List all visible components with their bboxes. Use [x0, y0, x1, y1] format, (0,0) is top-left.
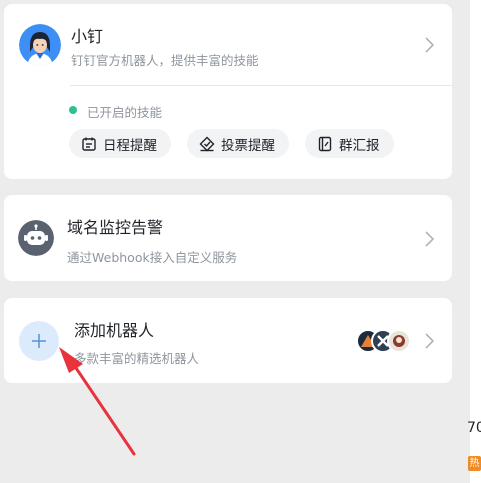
add-robot-description: 多款丰富的精选机器人: [74, 351, 200, 366]
divider: [70, 85, 452, 86]
enabled-skills-label: 已开启的技能: [87, 105, 163, 120]
chevron-right-icon[interactable]: [422, 332, 436, 350]
robot-icon: [18, 220, 54, 256]
robot-name: 域名监控告警: [67, 218, 164, 237]
report-icon: [318, 136, 332, 151]
robot-description: 钉钉官方机器人，提供丰富的技能: [71, 53, 259, 68]
skill-chip-group-report[interactable]: 群汇报: [305, 129, 394, 158]
skill-chip-vote-reminder[interactable]: 投票提醒: [187, 129, 289, 158]
skill-label: 群汇报: [339, 137, 380, 154]
add-robot-title: 添加机器人: [74, 321, 155, 340]
plus-icon[interactable]: [19, 321, 59, 361]
robot-name: 小钉: [71, 27, 104, 46]
hot-badge: 热: [468, 456, 481, 471]
add-robot-card[interactable]: 添加机器人 多款丰富的精选机器人: [4, 298, 452, 383]
xiaoding-avatar: [19, 24, 61, 66]
chevron-right-icon[interactable]: [422, 36, 436, 54]
chevron-right-icon[interactable]: [422, 230, 436, 248]
robot-card-domain-monitor[interactable]: 域名监控告警 通过Webhook接入自定义服务: [4, 195, 452, 281]
enabled-status-dot: [69, 106, 77, 114]
skill-label: 日程提醒: [103, 137, 157, 154]
skill-label: 投票提醒: [221, 137, 275, 154]
robot-description: 通过Webhook接入自定义服务: [67, 250, 238, 265]
calendar-icon: [82, 137, 96, 151]
skill-chip-schedule-reminder[interactable]: 日程提醒: [69, 129, 171, 158]
edge-number-text: 70: [467, 420, 481, 436]
featured-robot-avatars: [356, 329, 416, 355]
vote-icon: [199, 136, 215, 151]
featured-robot-avatar: [387, 329, 411, 353]
robot-card-xiaoding[interactable]: 小钉 钉钉官方机器人，提供丰富的技能 已开启的技能 日程提醒 投票提醒 群汇报: [4, 4, 452, 179]
